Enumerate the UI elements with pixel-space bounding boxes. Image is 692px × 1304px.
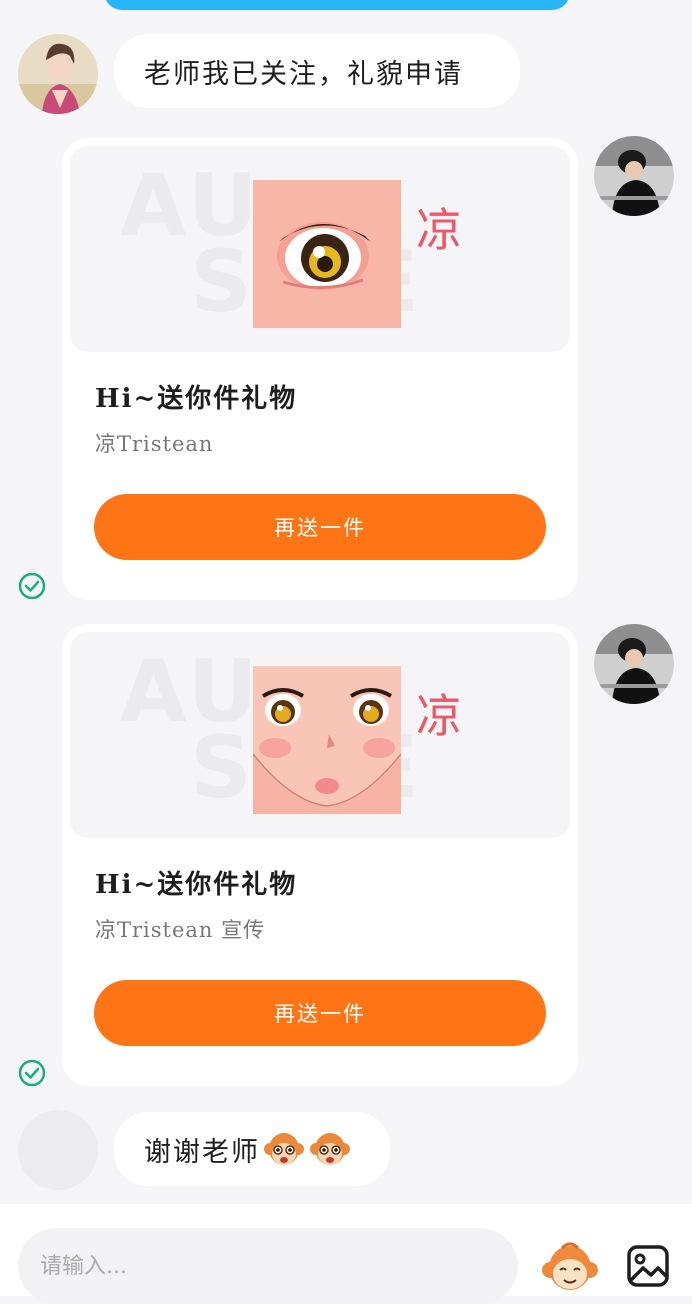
anime-face-image [253, 666, 401, 814]
send-again-button[interactable]: 再送一件 [94, 494, 546, 560]
avatar-user-female[interactable] [18, 34, 98, 114]
gift-card[interactable]: AU S RE 凉 Hi~送你件礼物 凉Tristean 再送一件 [62, 138, 578, 600]
message-bubble: 老师我已关注，礼貌申请 [114, 34, 520, 108]
avatar-placeholder[interactable] [18, 1110, 98, 1190]
monkey-emoji-icon [264, 1133, 304, 1165]
gift-sender: 凉Tristean 宣传 [95, 918, 266, 942]
gift-char: 凉 [416, 689, 462, 743]
message-text: 谢谢老师 [144, 1136, 260, 1168]
check-circle-icon [18, 1059, 46, 1087]
avatar-self[interactable] [594, 136, 674, 216]
top-banner [104, 0, 570, 10]
input-bar [0, 1204, 692, 1304]
gift-media: AU S RE 凉 [70, 632, 570, 838]
avatar-self[interactable] [594, 624, 674, 704]
monkey-emoji-icon [310, 1133, 350, 1165]
gift-card[interactable]: AU S RE 凉 Hi~送你件礼物 凉Tristean 宣传 再送一件 [62, 624, 578, 1086]
gift-title: Hi~送你件礼物 [95, 870, 298, 900]
message-bubble: 谢谢老师 [114, 1112, 390, 1186]
gift-media: AU S RE 凉 [70, 146, 570, 352]
monkey-sticker-icon[interactable] [540, 1240, 600, 1296]
check-circle-icon [18, 572, 46, 600]
gift-title: Hi~送你件礼物 [95, 384, 298, 414]
send-again-button[interactable]: 再送一件 [94, 980, 546, 1046]
message-text: 老师我已关注，礼貌申请 [144, 58, 463, 90]
image-icon[interactable] [626, 1244, 670, 1288]
gift-char: 凉 [416, 203, 462, 257]
gift-sender: 凉Tristean [95, 432, 214, 456]
anime-eye-image [253, 180, 401, 328]
message-input[interactable] [18, 1228, 518, 1304]
